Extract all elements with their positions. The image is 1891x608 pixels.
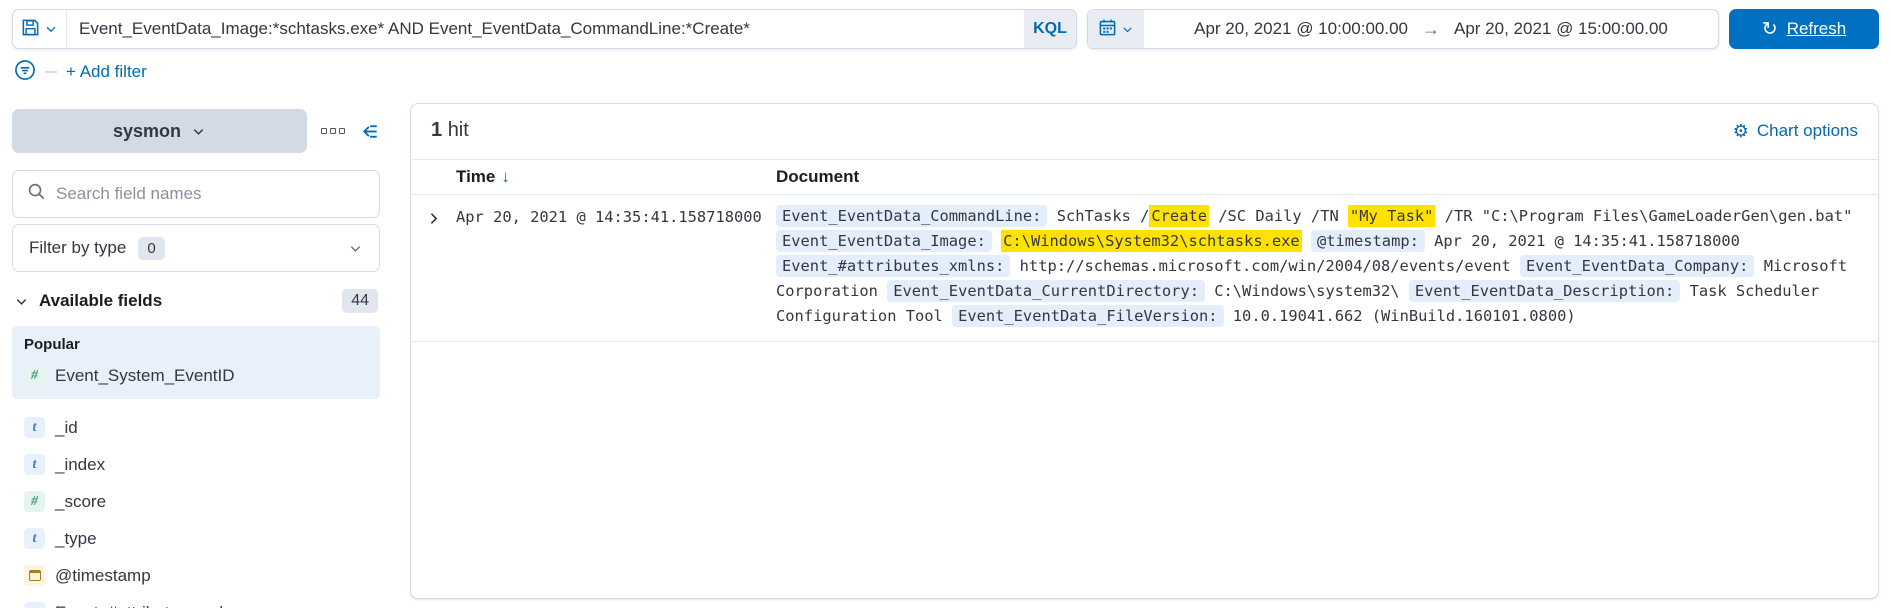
sort-descending-icon[interactable]: ↓ bbox=[501, 167, 510, 187]
refresh-button[interactable]: ↻ Refresh bbox=[1729, 9, 1879, 49]
doc-text: SchTasks / bbox=[1047, 207, 1149, 225]
gear-icon: ⚙ bbox=[1733, 122, 1749, 140]
string-type-icon: t bbox=[24, 602, 45, 608]
chart-options-button[interactable]: ⚙ Chart options bbox=[1733, 121, 1858, 141]
string-type-icon: t bbox=[24, 528, 45, 549]
doc-field-badge: Event_EventData_CommandLine: bbox=[776, 205, 1047, 227]
doc-field-badge: @timestamp: bbox=[1311, 230, 1425, 252]
doc-text bbox=[1302, 232, 1311, 250]
document-column-header: Document bbox=[776, 167, 1878, 187]
doc-text: Apr 20, 2021 @ 14:35:41.158718000 bbox=[1425, 232, 1740, 250]
doc-highlight: "My Task" bbox=[1348, 205, 1435, 227]
add-filter-button[interactable]: + Add filter bbox=[66, 62, 147, 82]
doc-text bbox=[992, 232, 1001, 250]
saved-query-menu-button[interactable] bbox=[13, 10, 67, 48]
results-panel: 1 hit ⚙ Chart options Time ↓ Document Ap… bbox=[410, 103, 1879, 599]
doc-highlight: Create bbox=[1149, 205, 1209, 227]
hits-count: 1 hit bbox=[431, 119, 469, 142]
type-filter-count-badge: 0 bbox=[138, 237, 164, 260]
string-type-icon: t bbox=[24, 417, 45, 438]
fields-sidebar: sysmon Filter by type 0 bbox=[12, 101, 380, 608]
doc-text: http://schemas.microsoft.com/win/2004/08… bbox=[1010, 257, 1520, 275]
available-fields-list: t_idt_index#_scoret_type@timestamptEvent… bbox=[12, 409, 380, 608]
time-column-header[interactable]: Time ↓ bbox=[456, 167, 776, 187]
field-item[interactable]: @timestamp bbox=[12, 557, 380, 594]
filter-divider bbox=[45, 71, 57, 73]
number-type-icon: # bbox=[24, 491, 45, 512]
doc-text: C:\Windows\system32\ bbox=[1205, 282, 1409, 300]
field-name: @timestamp bbox=[55, 566, 151, 586]
date-range-picker: Apr 20, 2021 @ 10:00:00.00 → Apr 20, 202… bbox=[1087, 9, 1719, 49]
field-item[interactable]: t _type bbox=[12, 520, 380, 557]
row-document: Event_EventData_CommandLine: SchTasks /C… bbox=[776, 204, 1878, 329]
calendar-icon bbox=[1098, 18, 1117, 40]
field-settings-icon[interactable] bbox=[321, 128, 345, 134]
filter-bar: + Add filter bbox=[0, 49, 1891, 89]
available-fields-header[interactable]: Available fields 44 bbox=[12, 289, 380, 313]
chevron-down-icon bbox=[348, 241, 363, 256]
field-item[interactable]: t _id bbox=[12, 409, 380, 446]
query-toolbar: KQL Apr 20, 2021 @ 10:00:00.00 → Apr 20,… bbox=[0, 0, 1891, 49]
doc-highlight: C:\Windows\System32\schtasks.exe bbox=[1001, 230, 1302, 252]
doc-text: /TR "C:\Program Files\GameLoaderGen\gen.… bbox=[1435, 207, 1852, 225]
date-range-display: Apr 20, 2021 @ 10:00:00.00 → Apr 20, 202… bbox=[1144, 10, 1718, 48]
date-quick-menu-button[interactable] bbox=[1088, 10, 1144, 48]
field-item[interactable]: # Event_System_EventID bbox=[24, 361, 368, 391]
field-name: Event_System_EventID bbox=[55, 366, 235, 386]
string-type-icon: t bbox=[24, 454, 45, 475]
field-name: _score bbox=[55, 492, 106, 512]
doc-text: 10.0.19041.662 (WinBuild.160101.0800) bbox=[1224, 307, 1576, 325]
doc-field-badge: Event_EventData_FileVersion: bbox=[952, 305, 1223, 327]
query-bar: KQL bbox=[12, 9, 1077, 49]
doc-field-badge: Event_EventData_Image: bbox=[776, 230, 992, 252]
popular-label: Popular bbox=[24, 336, 368, 353]
doc-field-badge: Event_EventData_Company: bbox=[1520, 255, 1754, 277]
field-name: _type bbox=[55, 529, 97, 549]
doc-text: /SC Daily /TN bbox=[1209, 207, 1348, 225]
kql-query-input[interactable] bbox=[67, 10, 1024, 48]
field-search-input[interactable] bbox=[56, 184, 365, 204]
field-search-box bbox=[12, 170, 380, 218]
query-language-badge[interactable]: KQL bbox=[1024, 10, 1076, 48]
doc-field-badge: Event_#attributes_xmlns: bbox=[776, 255, 1010, 277]
chevron-down-icon bbox=[191, 124, 206, 139]
table-row: Apr 20, 2021 @ 14:35:41.158718000 Event_… bbox=[411, 195, 1878, 342]
available-fields-count-badge: 44 bbox=[342, 289, 378, 313]
doc-field-badge: Event_EventData_CurrentDirectory: bbox=[887, 280, 1205, 302]
field-item[interactable]: t Event_#attributes_xmlns bbox=[12, 594, 380, 608]
date-type-icon bbox=[24, 565, 45, 586]
number-type-icon: # bbox=[24, 366, 45, 387]
field-name: _index bbox=[55, 455, 105, 475]
filter-by-type-select[interactable]: Filter by type 0 bbox=[12, 224, 380, 272]
end-date[interactable]: Apr 20, 2021 @ 15:00:00.00 bbox=[1454, 19, 1668, 39]
chevron-down-icon bbox=[1121, 23, 1134, 36]
field-name: _id bbox=[55, 418, 78, 438]
chevron-down-icon bbox=[44, 22, 58, 36]
field-name: Event_#attributes_xmlns bbox=[55, 603, 241, 608]
start-date[interactable]: Apr 20, 2021 @ 10:00:00.00 bbox=[1194, 19, 1408, 39]
chevron-down-icon bbox=[14, 294, 29, 309]
collapse-sidebar-icon[interactable] bbox=[359, 121, 380, 142]
field-item[interactable]: # _score bbox=[12, 483, 380, 520]
save-query-icon bbox=[21, 18, 40, 40]
doc-field-badge: Event_EventData_Description: bbox=[1409, 280, 1680, 302]
expand-row-icon[interactable] bbox=[411, 204, 456, 232]
popular-fields-section: Popular # Event_System_EventID bbox=[12, 326, 380, 399]
refresh-icon: ↻ bbox=[1762, 20, 1778, 39]
field-item[interactable]: t _index bbox=[12, 446, 380, 483]
filter-icon[interactable] bbox=[14, 59, 36, 86]
table-header: Time ↓ Document bbox=[411, 159, 1878, 195]
row-timestamp: Apr 20, 2021 @ 14:35:41.158718000 bbox=[456, 204, 776, 226]
search-icon bbox=[27, 182, 46, 206]
date-range-arrow-icon: → bbox=[1422, 19, 1440, 40]
index-pattern-select[interactable]: sysmon bbox=[12, 109, 307, 153]
main-content: sysmon Filter by type 0 bbox=[0, 101, 1891, 608]
